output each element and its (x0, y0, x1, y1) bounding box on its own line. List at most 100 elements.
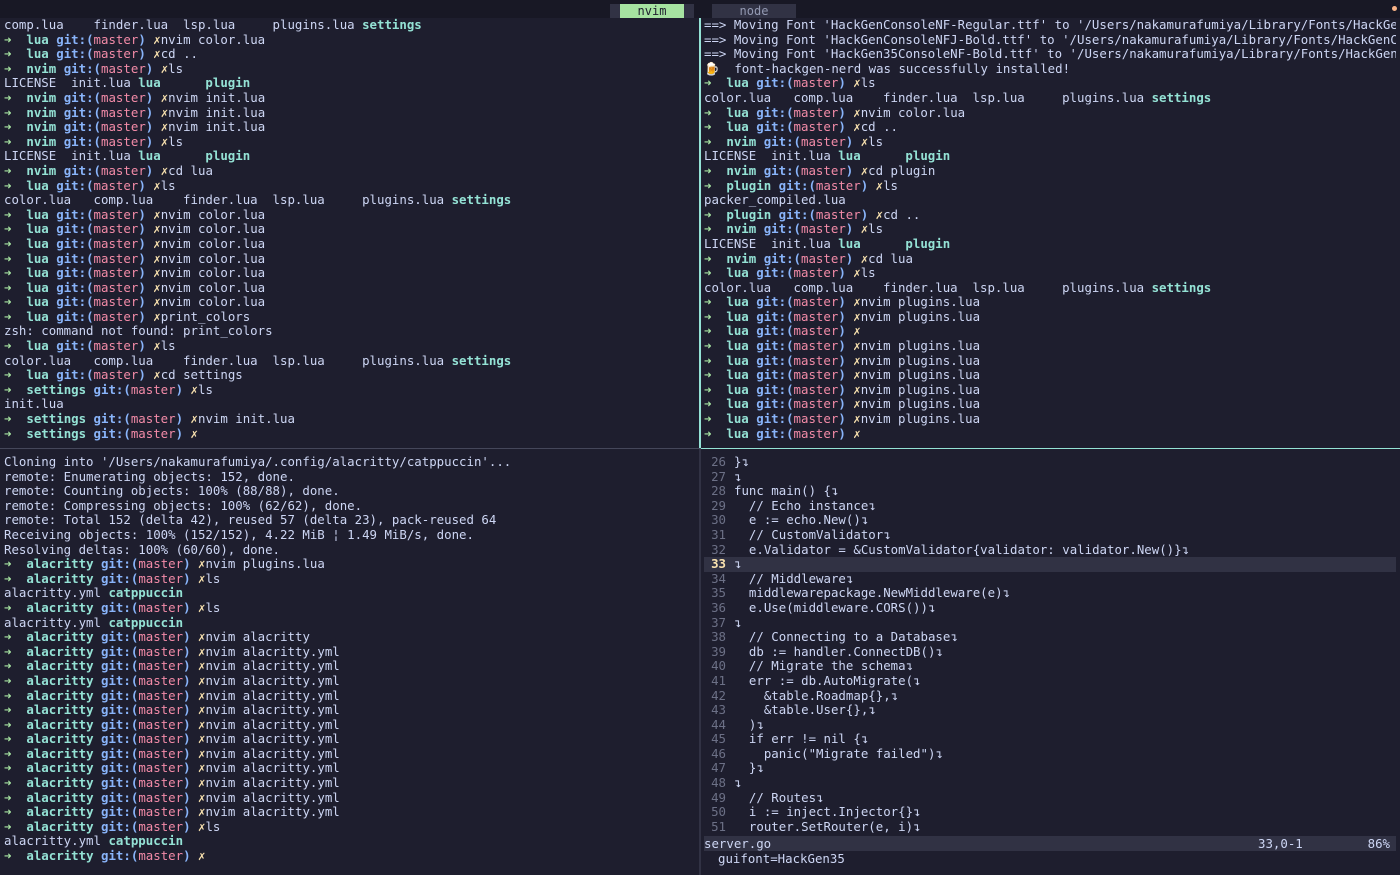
editor-line[interactable]: 35 middlewarepackage.NewMiddleware(e)↴ (704, 586, 1396, 601)
git-label: git:( (756, 323, 794, 339)
git-branch: master (101, 60, 146, 76)
prompt-directory: lua (26, 367, 57, 383)
git-label: git:( (56, 221, 94, 237)
editor-line[interactable]: 31 // CustomValidator↴ (704, 527, 1396, 543)
git-branch: master (93, 294, 139, 310)
git-label-close: ) (175, 425, 191, 441)
editor-current-line[interactable]: 33 ↴ (704, 556, 1396, 572)
prompt-directory: lua (726, 381, 757, 397)
prompt-arrow-icon: ➜ (4, 338, 27, 354)
output-line: comp.lua finder.lua lsp.lua plugins.lua … (4, 18, 698, 33)
command-text: ls (868, 133, 884, 149)
git-branch: master (93, 367, 139, 383)
git-branch: master (130, 425, 176, 441)
prompt-directory: settings (26, 425, 94, 441)
command-text: nvim color.lua (160, 221, 266, 237)
command-text: nvim alacritty.yml (205, 672, 340, 688)
editor-line[interactable]: 37 ↴ (704, 615, 1396, 631)
prompt-directory: alacritty (26, 745, 101, 761)
prompt-line: ➜ lua git:(master) ✗nvim color.lua (4, 206, 698, 223)
command-text: nvim alacritty.yml (205, 643, 340, 659)
dirty-mark-icon: ✗ (153, 308, 161, 324)
editor-line[interactable]: 30 e := echo.New()↴ (704, 513, 1396, 528)
pane-divider-vertical-active[interactable] (699, 18, 701, 448)
output-text: comp.lua finder.lua lsp.lua plugins.lua (4, 18, 363, 32)
editor-pane[interactable]: 26}↴ 27 ↴ 28 func main() {↴ 29 // Echo instan… (704, 455, 1396, 869)
prompt-line: ➜ lua git:(master) ✗nvim color.lua (4, 265, 698, 281)
git-label: git:( (93, 381, 131, 397)
git-label-close: ) (838, 265, 854, 281)
prompt-directory: lua (26, 31, 57, 47)
editor-line[interactable]: 36 e.Use(middleware.CORS())↴ (704, 600, 1396, 616)
prompt-arrow-icon: ➜ (704, 75, 727, 91)
git-label-close: ) (838, 75, 854, 91)
prompt-line: ➜ lua git:(master) ✗ (704, 324, 1396, 339)
prompt-line: ➜ alacritty git:(master) ✗nvim alacritty… (4, 643, 698, 660)
git-label-close: ) (183, 599, 198, 615)
editor-line[interactable]: 27 ↴ (704, 469, 1396, 485)
pane-divider-horizontal-active[interactable] (701, 448, 1400, 449)
prompt-directory: lua (26, 46, 57, 62)
tab-node[interactable]: node (712, 4, 796, 18)
editor-line[interactable]: 41 err := db.AutoMigrate(↴ (704, 673, 1396, 689)
editor-line[interactable]: 47 }↴ (704, 761, 1396, 776)
prompt-directory: lua (726, 323, 757, 339)
editor-line[interactable]: 44 )↴ (704, 717, 1396, 733)
code-text: // Echo instance↴ (734, 497, 876, 513)
editor-line[interactable]: 51 router.SetRouter(e, i)↴ (704, 819, 1396, 835)
editor-line[interactable]: 45 if err != nil {↴ (704, 731, 1396, 747)
terminal-pane-bottom-left[interactable]: Cloning into '/Users/nakamurafumiya/.con… (4, 455, 698, 869)
git-branch: master (93, 265, 139, 281)
code-text: func main() {↴ (734, 483, 839, 499)
editor-line[interactable]: 40 // Migrate the schema↴ (704, 659, 1396, 674)
git-label: git:( (101, 687, 139, 703)
editor-line[interactable]: 50 i := inject.Injector{}↴ (704, 804, 1396, 820)
tab-nvim[interactable]: nvim (610, 4, 694, 18)
code-text: db := handler.ConnectDB()↴ (734, 643, 943, 659)
output-line: color.lua comp.lua finder.lua lsp.lua pl… (704, 280, 1396, 296)
editor-line[interactable]: 28 func main() {↴ (704, 483, 1396, 499)
git-label-close: ) (138, 221, 154, 237)
editor-line[interactable]: 42 &table.Roadmap{},↴ (704, 688, 1396, 704)
git-label: git:( (101, 570, 139, 586)
editor-cmdline[interactable]: guifont=HackGen35 (718, 851, 845, 866)
editor-line[interactable]: 34 // Middleware↴ (704, 571, 1396, 587)
git-branch: master (793, 338, 839, 354)
command-text: nvim color.lua (160, 31, 266, 47)
terminal-pane-top-left[interactable]: comp.lua finder.lua lsp.lua plugins.lua … (4, 18, 698, 448)
prompt-arrow-icon: ➜ (4, 367, 27, 383)
git-branch: master (801, 133, 846, 149)
git-label-close: ) (183, 643, 198, 659)
code-text: ↴ (734, 775, 742, 791)
git-branch: master (93, 221, 139, 237)
git-label-close: ) (183, 716, 198, 732)
editor-line[interactable]: 49 // Routes↴ (704, 790, 1396, 806)
prompt-arrow-icon: ➜ (4, 89, 27, 105)
terminal-pane-top-right[interactable]: ==> Moving Font 'HackGenConsoleNF-Regula… (704, 18, 1396, 448)
editor-line[interactable]: 29 // Echo instance↴ (704, 497, 1396, 514)
editor-line[interactable]: 32 e.Validator = &CustomValidator{valida… (704, 541, 1396, 558)
dirty-mark-icon: ✗ (153, 31, 161, 47)
editor-line[interactable]: 26}↴ (704, 455, 1396, 470)
prompt-arrow-icon: ➜ (4, 206, 27, 222)
command-text: nvim alacritty.yml (205, 716, 340, 732)
editor-line[interactable]: 38 // Connecting to a Database↴ (704, 629, 1396, 645)
git-label-close: ) (138, 367, 154, 383)
editor-line[interactable]: 46 panic("Migrate failed")↴ (704, 746, 1396, 762)
git-label-close: ) (838, 425, 854, 441)
editor-line[interactable]: 39 db := handler.ConnectDB()↴ (704, 643, 1396, 660)
git-label-close: ) (838, 104, 854, 120)
editor-buffer[interactable]: 26}↴ 27 ↴ 28 func main() {↴ 29 // Echo instan… (704, 455, 1396, 834)
prompt-directory: alacritty (26, 599, 101, 615)
prompt-line: ➜ alacritty git:(master) ✗nvim alacritty… (4, 687, 698, 704)
git-branch: master (793, 265, 839, 281)
prompt-arrow-icon: ➜ (4, 643, 27, 659)
editor-line[interactable]: 48 ↴ (704, 775, 1396, 791)
prompt-directory: lua (26, 177, 57, 193)
prompt-arrow-icon: ➜ (4, 31, 27, 47)
prompt-arrow-icon: ➜ (4, 789, 27, 805)
git-label-close: ) (183, 848, 198, 864)
editor-line[interactable]: 43 &table.User{},↴ (704, 702, 1396, 718)
code-text: e.Validator = &CustomValidator{validator… (734, 541, 1190, 557)
prompt-directory: nvim (726, 133, 764, 149)
